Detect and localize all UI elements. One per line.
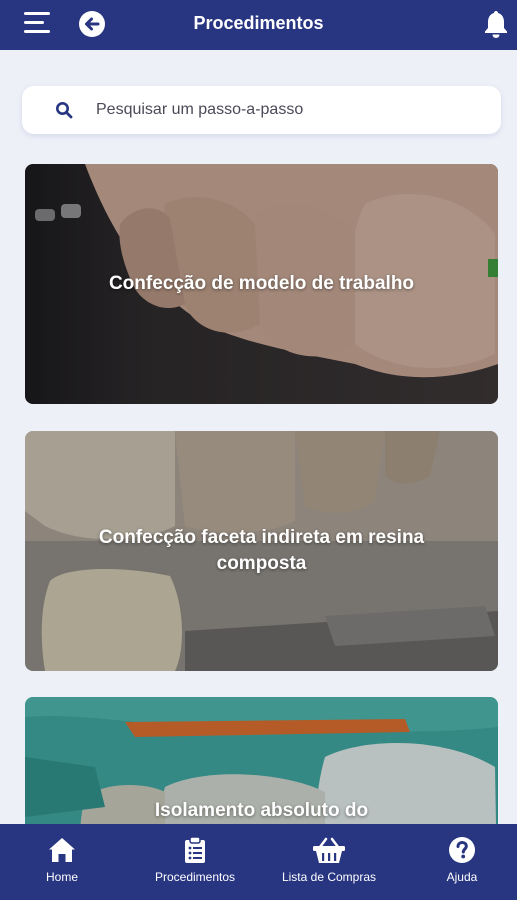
nav-item-home[interactable]: Home	[22, 824, 102, 900]
procedure-card-title: Confecção faceta indireta em resina comp…	[98, 527, 425, 574]
page-title: Procedimentos	[193, 13, 324, 33]
app-screen: Procedimentos Pesquisar um passo-a-passo…	[0, 0, 517, 900]
top-app-bar: Procedimentos	[0, 0, 517, 50]
help-circle-icon	[449, 837, 475, 863]
procedure-card[interactable]: Confecção faceta indireta em resina comp…	[25, 431, 498, 671]
clipboard-icon	[185, 836, 205, 863]
nav-item-lista-de-compras[interactable]: Lista de Compras	[272, 824, 386, 900]
bottom-navigation: Home Procedimentos Lista de Compras Ajud…	[0, 824, 517, 900]
basket-icon	[313, 837, 345, 863]
nav-item-label: Ajuda	[446, 870, 478, 884]
home-icon	[49, 838, 75, 862]
search-icon	[56, 102, 73, 119]
nav-item-label: Home	[45, 870, 78, 884]
nav-item-ajuda[interactable]: Ajuda	[422, 824, 502, 900]
nav-item-label: Procedimentos	[154, 870, 236, 884]
procedure-card-title: Confecção de modelo de trabalho	[108, 273, 415, 294]
search-input[interactable]	[96, 86, 496, 134]
procedure-card[interactable]: Confecção de modelo de trabalho	[25, 164, 498, 404]
nav-item-procedimentos[interactable]: Procedimentos	[140, 824, 250, 900]
nav-item-label: Lista de Compras	[281, 870, 377, 884]
bell-icon[interactable]	[482, 9, 510, 39]
search-bar	[22, 86, 501, 134]
